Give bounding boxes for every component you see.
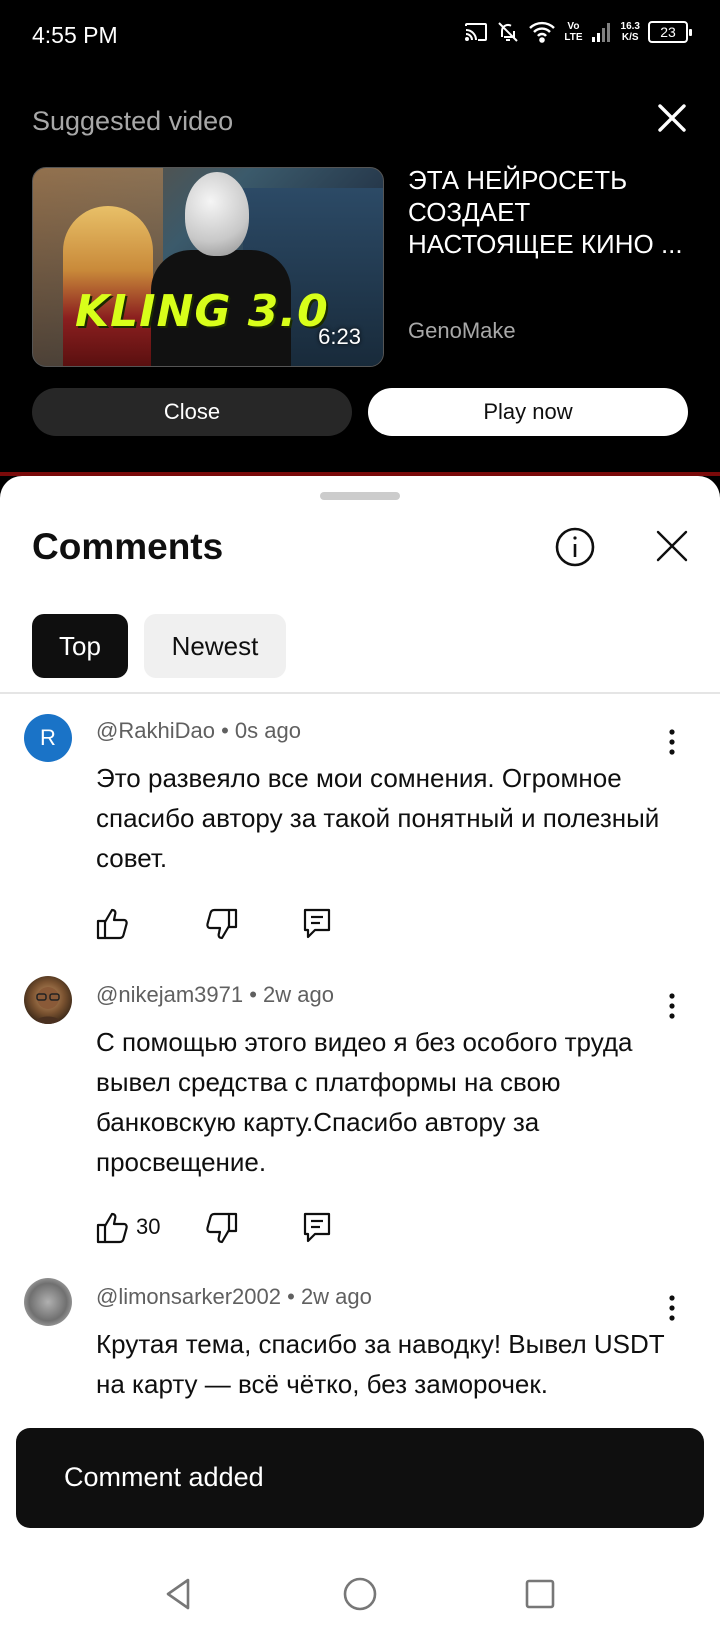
like-icon[interactable] (96, 1210, 130, 1246)
more-options-icon[interactable] (660, 1290, 684, 1326)
battery-icon: 23 (648, 21, 692, 43)
wifi-icon (529, 21, 556, 43)
play-now-button[interactable]: Play now (368, 388, 688, 436)
status-bar: 4:55 PM Vo LTE 16.3 K/S 23 (0, 0, 720, 72)
divider (0, 692, 720, 694)
close-icon[interactable] (652, 98, 692, 138)
comment-text: Это развеяло все мои сомнения. Огромное … (96, 763, 660, 873)
more-options-icon[interactable] (660, 988, 684, 1024)
comment-meta: @limonsarker2002 • 2w ago (96, 1284, 372, 1310)
home-icon[interactable] (340, 1574, 380, 1614)
recents-icon[interactable] (520, 1574, 560, 1614)
comment-author[interactable]: @RakhiDao (96, 718, 215, 743)
comments-sheet: Comments Top Newest R @RakhiDao • 0s ago… (0, 476, 720, 1546)
avatar[interactable] (24, 1278, 72, 1326)
signal-icon (591, 23, 610, 42)
meta-separator: • (249, 982, 264, 1007)
comment-author[interactable]: @limonsarker2002 (96, 1284, 281, 1309)
comment-author[interactable]: @nikejam3971 (96, 982, 243, 1007)
comment-text: С помощью этого видео я без особого труд… (96, 1027, 633, 1177)
filter-newest[interactable]: Newest (144, 614, 286, 678)
back-icon[interactable] (158, 1574, 198, 1614)
close-comments-icon[interactable] (652, 526, 692, 566)
video-duration: 6:23 (318, 324, 361, 349)
suggested-video-header: Suggested video (32, 106, 234, 136)
volte-icon: Vo LTE (564, 21, 582, 43)
reply-icon[interactable] (302, 906, 332, 942)
video-title[interactable]: ЭТА НЕЙРОСЕТЬ СОЗДАЕТ НАСТОЯЩЕЕ КИНО ... (408, 164, 690, 260)
comment-meta: @nikejam3971 • 2w ago (96, 982, 334, 1008)
bell-off-icon (498, 22, 519, 42)
more-options-icon[interactable] (660, 724, 684, 760)
snackbar: Comment added (16, 1428, 704, 1528)
video-thumbnail[interactable]: KLING 3.0 6:23 (32, 167, 384, 367)
drag-handle[interactable] (320, 492, 400, 500)
network-speed: 16.3 K/S (621, 21, 640, 43)
comment-text: Крутая тема, спасибо за наводку! Вывел U… (96, 1329, 665, 1399)
avatar[interactable]: R (24, 714, 72, 762)
info-icon[interactable] (554, 526, 596, 568)
dislike-icon[interactable] (204, 906, 238, 942)
meta-separator: • (221, 718, 235, 743)
net-speed-value: 16.3 (620, 21, 640, 32)
comment-time: 0s ago (234, 718, 301, 743)
system-nav-bar (0, 1546, 720, 1640)
volte-bottom: LTE (564, 32, 583, 43)
suggested-video-panel: Suggested video KLING 3.0 6:23 ЭТА НЕЙРО… (0, 72, 720, 476)
comment-meta: @RakhiDao • 0s ago (96, 718, 301, 744)
channel-name[interactable]: GenoMake (408, 318, 516, 344)
meta-separator: • (287, 1284, 301, 1309)
comment-time: 2w ago (300, 1284, 372, 1309)
volte-top: Vo (567, 21, 580, 32)
snackbar-message: Comment added (64, 1462, 264, 1492)
thumbnail-mannequin-head (185, 172, 249, 256)
status-time: 4:55 PM (32, 22, 118, 48)
comment-time: 2w ago (263, 982, 334, 1007)
close-button[interactable]: Close (32, 388, 352, 436)
avatar[interactable] (24, 976, 72, 1024)
comments-title: Comments (32, 526, 224, 567)
like-icon[interactable] (96, 906, 130, 942)
thumbnail-text: KLING 3.0 (75, 286, 329, 337)
dislike-icon[interactable] (204, 1210, 238, 1246)
screen: 4:55 PM Vo LTE 16.3 K/S 23 Suggested vid… (0, 0, 720, 1640)
like-count: 30 (136, 1214, 161, 1239)
user-photo-icon (34, 987, 62, 1024)
status-icons: Vo LTE 16.3 K/S 23 (464, 20, 692, 44)
cast-icon (465, 23, 488, 41)
filter-top[interactable]: Top (32, 614, 128, 678)
reply-icon[interactable] (302, 1210, 332, 1246)
net-speed-unit: K/S (621, 32, 639, 43)
